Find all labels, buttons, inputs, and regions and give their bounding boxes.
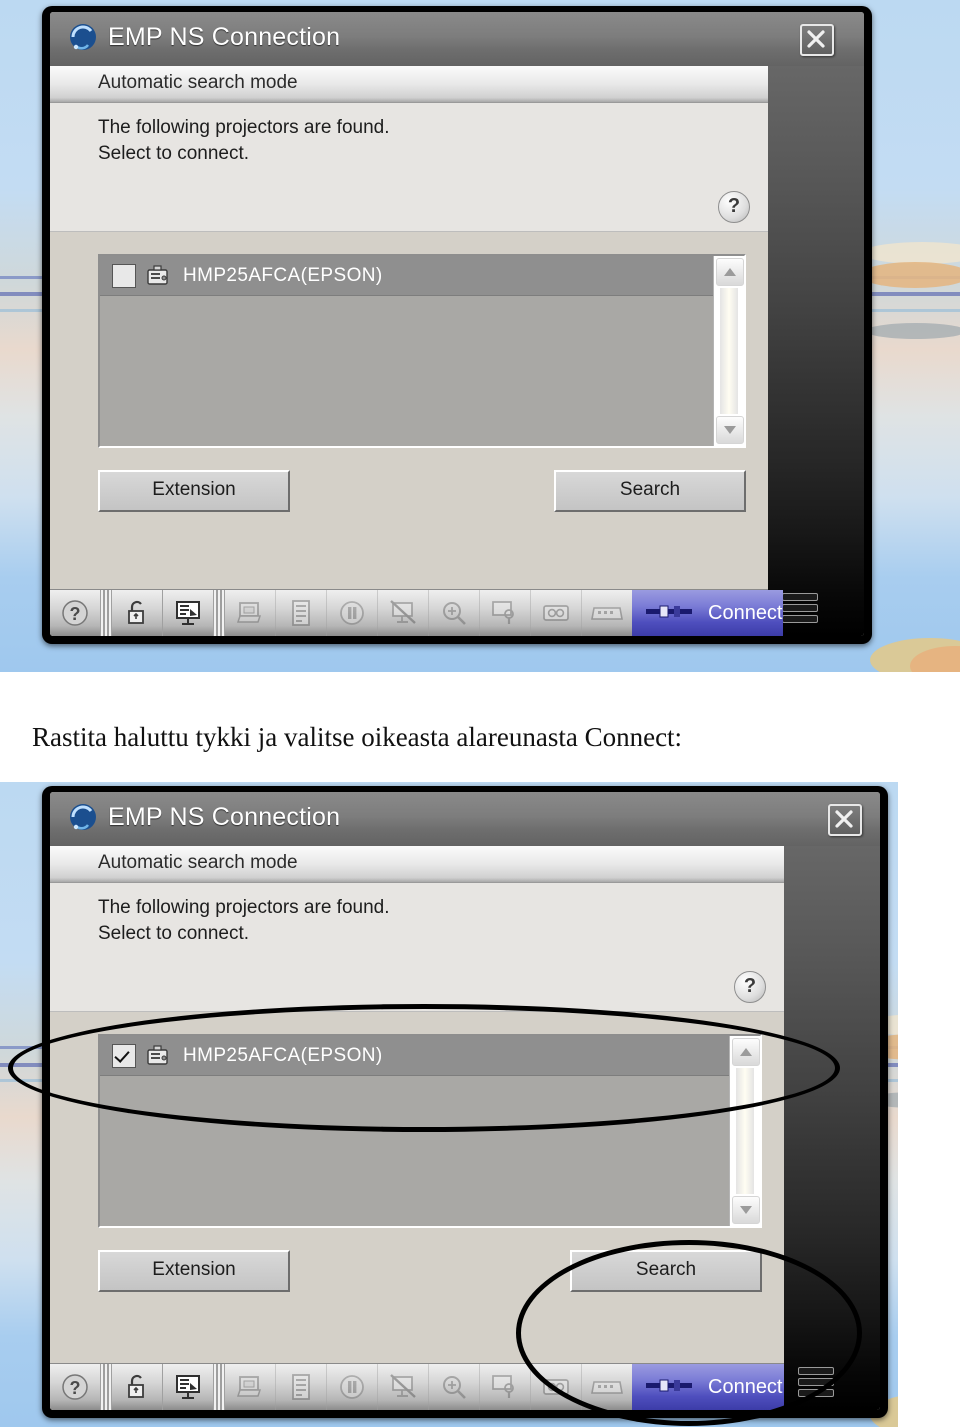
highlight-projector-row	[8, 1004, 840, 1132]
projector-icon	[145, 264, 171, 287]
message-line-2: Select to connect.	[98, 143, 250, 164]
dialog-title: EMP NS Connection	[108, 23, 341, 51]
page-right-margin	[898, 782, 960, 1427]
connect-label: Connect	[708, 601, 783, 624]
projector-name: HMP25AFCA(EPSON)	[183, 264, 383, 286]
scroll-down-icon[interactable]	[716, 416, 744, 444]
svg-text:?: ?	[70, 604, 81, 624]
message-pane: The following projectors are found. Sele…	[50, 883, 784, 1012]
dialog-titlebar: EMP NS Connection	[50, 792, 880, 846]
pause-icon	[327, 590, 378, 636]
list-scrollbar[interactable]	[713, 256, 744, 446]
toolbar-separator	[101, 590, 112, 636]
screenshot-top: EMP NS Connection Automatic search mode …	[0, 0, 960, 672]
projector-checkbox[interactable]	[112, 263, 136, 288]
help-icon[interactable]: ?	[50, 590, 101, 636]
help-icon[interactable]: ?	[734, 971, 766, 1003]
message-line-2: Select to connect.	[98, 923, 250, 944]
message-line-1: The following projectors are found.	[98, 897, 390, 918]
unlock-icon[interactable]	[112, 590, 163, 636]
screen-muted-icon	[378, 1364, 429, 1410]
document-list-icon	[276, 1364, 327, 1410]
connector-plug-icon	[646, 602, 692, 625]
toolbar-separator	[214, 590, 225, 636]
presentation-screen-icon[interactable]	[163, 590, 214, 636]
search-mode-label: Automatic search mode	[98, 852, 298, 873]
toolbar-separator	[101, 1364, 112, 1410]
search-mode-bar: Automatic search mode	[50, 846, 784, 883]
scrollbar-track[interactable]	[720, 288, 738, 414]
dialog-button-row: Extension Search	[98, 464, 746, 526]
search-mode-bar: Automatic search mode	[50, 66, 768, 103]
connect-button[interactable]: Connect	[632, 590, 783, 636]
search-mode-label: Automatic search mode	[98, 72, 298, 93]
epson-network-logo-icon	[66, 802, 100, 836]
zoom-in-icon	[429, 590, 480, 636]
dialog-title: EMP NS Connection	[108, 803, 341, 831]
screen-tools-icon	[480, 1364, 531, 1410]
projector-list-empty-area	[100, 296, 744, 446]
scroll-up-icon[interactable]	[716, 258, 744, 286]
presentation-screen-icon[interactable]	[163, 1364, 214, 1410]
resize-grip-icon	[782, 593, 818, 626]
pause-icon	[327, 1364, 378, 1410]
list-item[interactable]: HMP25AFCA(EPSON)	[100, 256, 744, 296]
tape-recorder-icon	[531, 590, 582, 636]
projector-list[interactable]: HMP25AFCA(EPSON)	[98, 254, 746, 448]
keyboard-icon	[582, 590, 632, 636]
dialog-toolbar: ? Connect	[50, 589, 783, 636]
dialog-side-panel	[768, 12, 864, 636]
message-pane: The following projectors are found. Sele…	[50, 103, 768, 232]
unlock-icon[interactable]	[112, 1364, 163, 1410]
message-line-1: The following projectors are found.	[98, 117, 390, 138]
screenshot-bottom: EMP NS Connection Automatic search mode …	[0, 782, 960, 1427]
epson-network-logo-icon	[66, 22, 100, 56]
dialog-titlebar: EMP NS Connection	[50, 12, 864, 66]
highlight-connect-button	[516, 1240, 862, 1426]
scroll-down-icon[interactable]	[732, 1196, 760, 1224]
svg-text:?: ?	[70, 1378, 81, 1398]
help-icon[interactable]: ?	[718, 191, 750, 223]
help-icon[interactable]: ?	[50, 1364, 101, 1410]
projector-off-icon	[225, 1364, 276, 1410]
zoom-in-icon	[429, 1364, 480, 1410]
projector-off-icon	[225, 590, 276, 636]
screen-tools-icon	[480, 590, 531, 636]
close-icon[interactable]	[828, 804, 862, 836]
search-button[interactable]: Search	[554, 470, 746, 512]
instruction-caption: Rastita haluttu tykki ja valitse oikeast…	[32, 722, 683, 752]
toolbar-separator	[214, 1364, 225, 1410]
emp-ns-connection-dialog: EMP NS Connection Automatic search mode …	[42, 6, 872, 644]
extension-button[interactable]: Extension	[98, 470, 290, 512]
extension-button[interactable]: Extension	[98, 1250, 290, 1292]
screen-muted-icon	[378, 590, 429, 636]
document-list-icon	[276, 590, 327, 636]
close-icon[interactable]	[800, 24, 834, 56]
